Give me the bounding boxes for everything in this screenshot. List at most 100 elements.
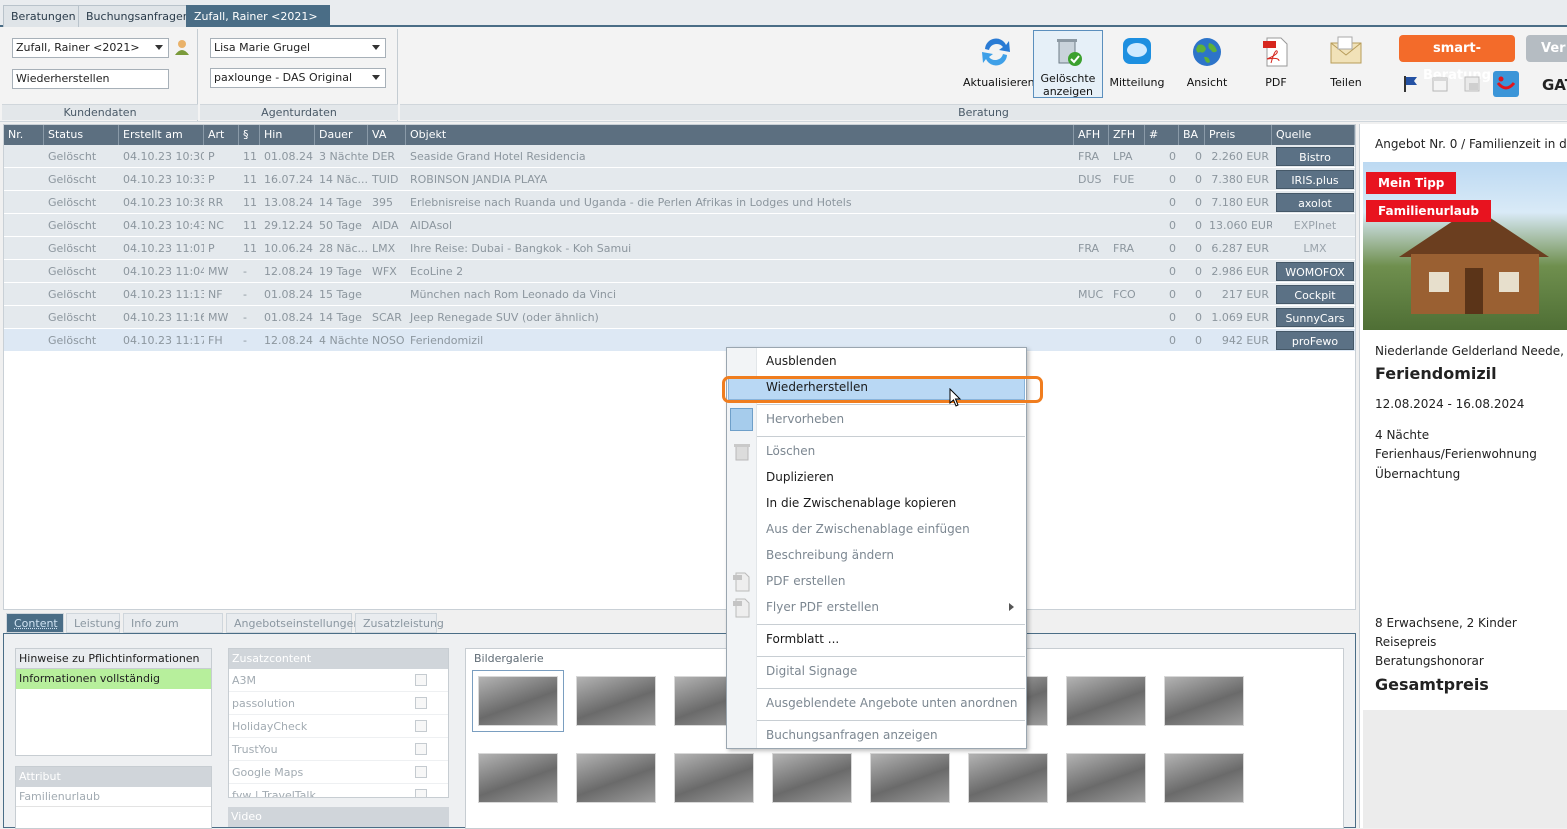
beratung-group: Aktualisieren Gelöschte anzeigen Mitteil… [400,29,1567,121]
checkbox[interactable] [415,697,427,709]
gallery-thumbnail[interactable] [870,753,950,803]
agency-select[interactable]: paxlounge - DAS Original [210,68,386,88]
table-row[interactable]: Gelöscht 04.10.23 11:04 MW - 12.08.24 19 Tage… [4,260,1355,283]
person-icon[interactable] [174,39,190,55]
gallery-thumbnail[interactable] [1066,676,1146,726]
table-row[interactable]: Gelöscht 04.10.23 10:43 NC 11 29.12.24 50 Tag… [4,214,1355,237]
flag-icon[interactable] [1402,75,1418,93]
preview-location: Niederlande Gelderland Neede, Need [1375,344,1567,358]
gallery-thumbnail[interactable] [968,753,1048,803]
column-header[interactable]: Nr. [4,125,44,145]
preview-persons: 8 Erwachsene, 2 Kinder [1375,616,1517,630]
mitteilung-button[interactable]: Mitteilung [1104,31,1170,99]
table-row[interactable]: Gelöscht 04.10.23 10:33 P 11 16.07.24 14 Näc.… [4,168,1355,191]
table-cell [1109,329,1145,352]
menu-item-formblatt[interactable]: Formblatt ... [766,628,839,650]
table-cell: 0 [1169,288,1176,301]
ver-button[interactable]: Ver [1526,35,1567,62]
source-badge: axolot [1276,193,1354,212]
pdf-button[interactable]: PDF [1243,31,1309,99]
table-cell: P [208,242,215,255]
hinweise-status[interactable]: Informationen vollständig [16,669,211,689]
gallery-thumbnail[interactable] [1066,753,1146,803]
gallery-thumbnail[interactable] [576,753,656,803]
attribut-row[interactable]: Familienurlaub [16,787,211,807]
table-cell: NF [208,288,223,301]
smart-beratung-button[interactable]: smart-Beratung [1399,35,1515,83]
table-row[interactable]: Gelöscht 04.10.23 11:13 NF - 01.08.24 15 Tage… [4,283,1355,306]
tab-customer[interactable]: Zufall, Rainer <2021>✕ [186,5,330,45]
column-header[interactable]: Art [204,125,239,145]
tab-leistung[interactable]: Leistung [66,613,121,633]
table-row[interactable]: Gelöscht 04.10.23 11:01 P 11 10.06.24 28 Näc.… [4,237,1355,260]
table-cell: FRA [1078,150,1100,163]
gallery-thumbnail[interactable] [576,676,656,726]
group-label-kundendaten: Kundendaten [2,104,198,120]
table-row[interactable]: Gelöscht 04.10.23 10:30 P 11 01.08.24 3 Nächt… [4,145,1355,168]
column-header[interactable]: Objekt [406,125,1074,145]
aktualisieren-button[interactable]: Aktualisieren [963,31,1035,99]
gallery-thumbnail[interactable] [772,753,852,803]
chevron-down-icon [155,45,163,50]
geloeschte-anzeigen-button[interactable]: Gelöschte anzeigen [1033,30,1103,98]
table-cell: 0 [1195,265,1202,278]
gallery-thumbnail[interactable] [1164,676,1244,726]
tab-beratungen[interactable]: Beratungen [3,5,84,27]
customer-select[interactable]: Zufall, Rainer <2021> [12,38,169,58]
zusatzcontent-item: Google Maps [229,761,448,784]
menu-separator [757,624,1025,625]
table-cell: WFX [372,265,397,278]
teilen-button[interactable]: Teilen [1313,31,1379,99]
table-cell: Erlebnisreise nach Ruanda und Uganda - d… [410,196,852,209]
checkbox[interactable] [415,789,427,797]
tab-content[interactable]: Content [6,613,64,633]
column-header[interactable]: AFH [1074,125,1109,145]
gallery-thumbnail[interactable] [674,753,754,803]
column-header[interactable]: Dauer [315,125,368,145]
table-cell: proFewo [1272,329,1355,352]
menu-item-in-die-zwischenablage-kopieren[interactable]: In die Zwischenablage kopieren [766,492,956,514]
preview-dates: 12.08.2024 - 16.08.2024 [1375,397,1525,411]
calendar-icon[interactable] [1432,75,1448,93]
column-header[interactable]: Quelle [1272,125,1355,145]
tab-buchungsanfragen[interactable]: Buchungsanfragen [78,5,198,27]
tab-angebotseinstellungen[interactable]: Angebotseinstellungen [226,613,360,633]
tab-info-zum-angebot[interactable]: Info zum Angebot [123,613,223,650]
checkbox[interactable] [415,674,427,686]
column-header[interactable]: BA [1179,125,1205,145]
ansicht-button[interactable]: Ansicht [1174,31,1240,99]
table-cell: 0 [1195,150,1202,163]
column-header[interactable]: Hin [260,125,315,145]
column-header[interactable]: VA [368,125,406,145]
table-cell: 12.08.24 [264,265,313,278]
gallery-thumbnail[interactable] [1164,753,1244,803]
column-header[interactable]: § [239,125,260,145]
customer-text-field[interactable]: Wiederherstellen [12,69,169,89]
video-title: Video [228,807,449,827]
checkbox[interactable] [415,743,427,755]
menu-item-duplizieren[interactable]: Duplizieren [766,466,834,488]
note-icon[interactable] [1464,75,1480,93]
table-cell: 11 [243,219,257,232]
menu-item-ausblenden[interactable]: Ausblenden [766,350,837,372]
table-cell: NC [208,219,224,232]
tab-zusatzleistung[interactable]: Zusatzleistung [355,613,444,633]
button-label: Aktualisieren [963,76,1035,89]
checkbox[interactable] [415,720,427,732]
column-header[interactable]: # [1145,125,1179,145]
agent-select[interactable]: Lisa Marie Grugel [210,38,386,58]
column-header[interactable]: ZFH [1109,125,1145,145]
checkbox[interactable] [415,766,427,778]
column-header[interactable]: Status [44,125,119,145]
gallery-thumbnail[interactable] [472,670,564,732]
column-header[interactable]: Preis [1205,125,1272,145]
column-header[interactable]: Erstellt am [119,125,204,145]
tab-label: Buchungsanfragen [86,10,190,23]
table-row[interactable]: Gelöscht 04.10.23 10:38 RR 11 13.08.24 14 Tag… [4,191,1355,214]
table-cell: 0 [1169,173,1176,186]
gallery-thumbnail[interactable] [478,753,558,803]
table-row[interactable]: Gelöscht 04.10.23 11:16 MW - 01.08.24 14 Tage… [4,306,1355,329]
tui-logo-icon[interactable] [1493,71,1519,97]
table-cell: 10.06.24 [264,242,313,255]
table-row[interactable]: Gelöscht 04.10.23 11:17 FH - 12.08.24 4 Nächt… [4,329,1355,352]
